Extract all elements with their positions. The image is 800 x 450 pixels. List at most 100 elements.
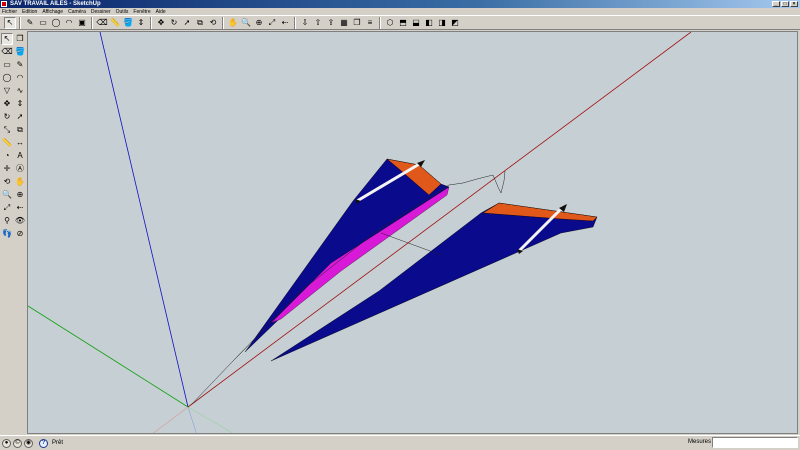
front-view-icon[interactable]: ⬓ (410, 17, 422, 29)
toolbar-separator (19, 16, 21, 29)
rotate-icon[interactable]: ↻ (168, 17, 180, 29)
measure-label: Mesures (688, 439, 712, 445)
move-icon[interactable]: ✥ (1, 98, 13, 110)
menu-edition[interactable]: Edition (22, 9, 37, 15)
title-bar: SAV TRAVAIL AILES - SketchUp _ □ × (0, 0, 800, 8)
menu-fichier[interactable]: Fichier (2, 9, 17, 15)
line-icon[interactable]: ✎ (14, 59, 26, 71)
back-view-icon[interactable]: ◨ (436, 17, 448, 29)
arc-icon[interactable]: ◠ (14, 72, 26, 84)
minimize-button[interactable]: _ (772, 1, 780, 7)
pencil-icon[interactable]: ✎ (24, 17, 36, 29)
menu-aide[interactable]: Aide (156, 9, 166, 15)
select-icon[interactable]: ↖ (1, 33, 13, 45)
offset-icon[interactable]: ⧉ (14, 124, 26, 136)
push-pull-icon[interactable]: ⇕ (14, 98, 26, 110)
dimension-icon[interactable]: ↔ (14, 137, 26, 149)
green-axis (28, 305, 189, 408)
sketchup-app-icon (1, 1, 7, 7)
polygon-icon[interactable]: ▽ (1, 85, 13, 97)
geo-location-icon[interactable]: ● (2, 438, 11, 448)
previous-icon[interactable]: ⇠ (14, 202, 26, 214)
eraser-icon[interactable]: ⌫ (96, 17, 108, 29)
iso-view-icon[interactable]: ⬡ (384, 17, 396, 29)
user-icon[interactable]: ◉ (24, 438, 33, 448)
credits-icon[interactable]: © (13, 438, 22, 448)
toolbar-separator (91, 16, 93, 29)
axes-icon[interactable]: ✛ (1, 163, 13, 175)
red-axis (187, 32, 692, 408)
toolbar-separator (150, 16, 152, 29)
window-title: SAV TRAVAIL AILES - SketchUp (10, 1, 101, 7)
section-plane-icon[interactable]: ⊘ (14, 228, 26, 240)
pan-icon[interactable]: ✋ (227, 17, 239, 29)
share-model-icon[interactable]: ⇧ (312, 17, 324, 29)
3d-text-icon[interactable]: Ⓐ (14, 163, 26, 175)
get-models-icon[interactable]: ⇩ (299, 17, 311, 29)
scale-icon[interactable]: ⤡ (1, 124, 13, 136)
select-arrow-icon[interactable]: ↖ (4, 16, 16, 29)
circle-icon[interactable]: ◯ (1, 72, 13, 84)
tape-measure-icon[interactable]: 📏 (1, 137, 13, 149)
main-toolbar: ↖ ✎ ▭ ◯ ◠ ▣ ⌫ 📏 🪣 ⇕ ✥ ↻ ➚ ⧉ ⟲ ✋ 🔍 ⊕ ⤢ ⇠ ⇩ ⇧ ⇪ ▦ ❐ ≡ ⬡ ⬒ ⬓ ◧ ◨ ◩ (0, 15, 800, 30)
follow-me-icon[interactable]: ➚ (181, 17, 193, 29)
top-view-icon[interactable]: ⬒ (397, 17, 409, 29)
3d-viewport[interactable] (27, 31, 798, 434)
rectangle-icon[interactable]: ▭ (1, 59, 13, 71)
component-browser-icon[interactable]: ❐ (351, 17, 363, 29)
left-toolbar: ↖ ❐ ⌫ 🪣 ▭ ✎ ◯ ◠ ▽ ∿ ✥ ⇕ ↻ ➚ ⤡ ⧉ 📏 ↔ ◔ A ✛ Ⓐ ⟲ ✋ 🔍 ⊕ ⤢ ⇠ ⚲ 👁 👣 ⊘ (0, 31, 26, 433)
rotate-icon[interactable]: ↻ (1, 111, 13, 123)
orbit-icon[interactable]: ⟲ (1, 176, 13, 188)
zoom-extents-icon[interactable]: ⤢ (1, 202, 13, 214)
menu-fenetre[interactable]: Fenêtre (133, 9, 150, 15)
close-button[interactable]: × (790, 1, 798, 7)
measure-input[interactable] (712, 437, 798, 448)
zoom-icon[interactable]: 🔍 (1, 189, 13, 201)
sketchup-window: SAV TRAVAIL AILES - SketchUp _ □ × Fichi… (0, 0, 800, 450)
layer-icon[interactable]: ≡ (364, 17, 376, 29)
position-camera-icon[interactable]: ⚲ (1, 215, 13, 227)
offset-icon[interactable]: ⧉ (194, 17, 206, 29)
tape-measure-icon[interactable]: 📏 (109, 17, 121, 29)
menu-dessiner[interactable]: Dessiner (91, 9, 111, 15)
menu-affichage[interactable]: Affichage (42, 9, 63, 15)
model-canvas[interactable] (28, 32, 798, 434)
look-around-icon[interactable]: 👁 (14, 215, 26, 227)
share-component-icon[interactable]: ⇪ (325, 17, 337, 29)
zoom-window-icon[interactable]: ⊕ (253, 17, 265, 29)
eraser-icon[interactable]: ⌫ (1, 46, 13, 58)
push-pull-icon[interactable]: ⇕ (135, 17, 147, 29)
paint-bucket-icon[interactable]: 🪣 (122, 17, 134, 29)
follow-me-icon[interactable]: ➚ (14, 111, 26, 123)
paint-bucket-icon[interactable]: 🪣 (14, 46, 26, 58)
menu-outils[interactable]: Outils (116, 9, 129, 15)
zoom-window-icon[interactable]: ⊕ (14, 189, 26, 201)
protractor-icon[interactable]: ◔ (1, 150, 13, 162)
freehand-icon[interactable]: ∿ (14, 85, 26, 97)
toolbar-separator (379, 16, 381, 29)
pan-icon[interactable]: ✋ (14, 176, 26, 188)
walk-icon[interactable]: 👣 (1, 228, 13, 240)
previous-view-icon[interactable]: ⇠ (279, 17, 291, 29)
circle-icon[interactable]: ◯ (50, 17, 62, 29)
move-icon[interactable]: ✥ (155, 17, 167, 29)
status-text: Prêt (52, 440, 64, 446)
make-component-icon[interactable]: ▣ (76, 17, 88, 29)
blue-axis (99, 32, 189, 408)
text-icon[interactable]: A (14, 150, 26, 162)
status-bar: ● © ◉ ? Prêt Mesures (0, 435, 800, 450)
zoom-icon[interactable]: 🔍 (240, 17, 252, 29)
help-icon[interactable]: ? (39, 438, 48, 448)
left-view-icon[interactable]: ◩ (449, 17, 461, 29)
make-component-icon[interactable]: ❐ (14, 33, 26, 45)
zoom-extents-icon[interactable]: ⤢ (266, 17, 278, 29)
blue-axis-hidden (187, 406, 197, 433)
orbit-icon[interactable]: ⟲ (207, 17, 219, 29)
get-photo-texture-icon[interactable]: ▦ (338, 17, 350, 29)
menu-camera[interactable]: Caméra (68, 9, 86, 15)
menu-bar: Fichier Edition Affichage Caméra Dessine… (0, 8, 800, 15)
right-view-icon[interactable]: ◧ (423, 17, 435, 29)
rectangle-icon[interactable]: ▭ (37, 17, 49, 29)
maximize-button[interactable]: □ (781, 1, 789, 7)
arc-icon[interactable]: ◠ (63, 17, 75, 29)
